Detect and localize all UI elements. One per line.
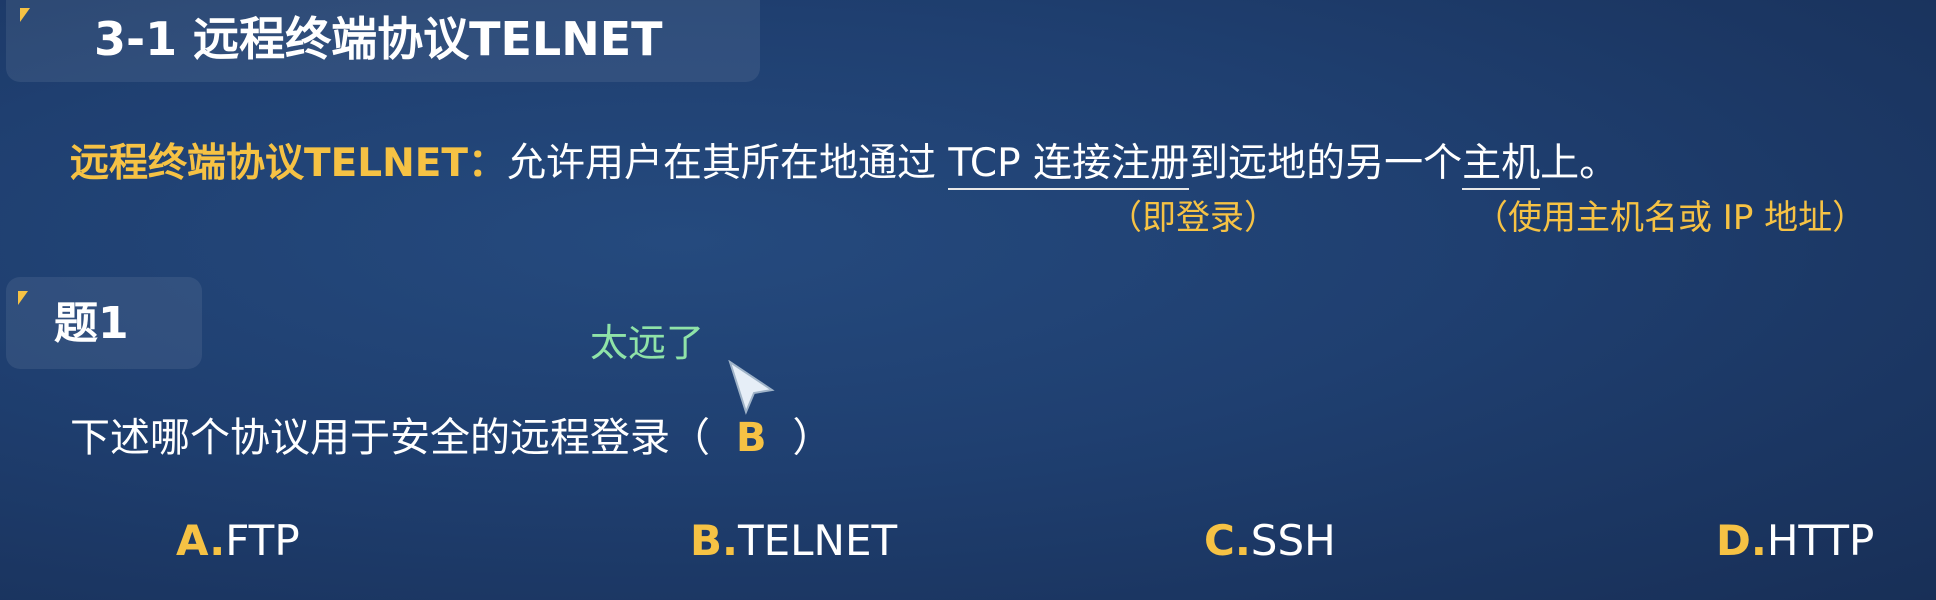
option-b: B.TELNET bbox=[690, 512, 897, 570]
option-text: TELNET bbox=[737, 516, 898, 565]
corner-marker-icon bbox=[20, 8, 30, 22]
option-letter: D. bbox=[1716, 516, 1767, 565]
section-title: 3-1 远程终端协议TELNET bbox=[94, 12, 663, 66]
underlined-tcp-connection: TCP 连接注册 bbox=[948, 141, 1190, 190]
option-text: FTP bbox=[225, 516, 300, 565]
definition-term: 远程终端协议TELNET： bbox=[70, 141, 507, 186]
definition-text-c: 上。 bbox=[1540, 141, 1619, 186]
question-text: 下述哪个协议用于安全的远程登录（ bbox=[70, 415, 710, 461]
section-title-tab: 3-1 远程终端协议TELNET bbox=[6, 0, 760, 82]
option-a: A.FTP bbox=[176, 512, 300, 570]
underlined-host: 主机 bbox=[1462, 141, 1541, 190]
note-host: （使用主机名或 IP 地址） bbox=[1474, 198, 1867, 238]
definition-line: 远程终端协议TELNET：允许用户在其所在地通过 TCP 连接注册到远地的另一个… bbox=[70, 136, 1618, 192]
option-c: C.SSH bbox=[1204, 512, 1336, 570]
definition-text-a: 允许用户在其所在地通过 bbox=[506, 141, 949, 186]
option-letter: C. bbox=[1204, 516, 1251, 565]
option-letter: A. bbox=[176, 516, 226, 565]
question-heading: 题1 bbox=[54, 298, 129, 349]
handwritten-annotation: 太远了 bbox=[590, 321, 705, 365]
option-text: SSH bbox=[1250, 516, 1336, 565]
definition-text-b: 到远地的另一个 bbox=[1189, 141, 1463, 186]
corner-marker-icon bbox=[18, 291, 28, 305]
note-login: （即登录） bbox=[1108, 198, 1278, 238]
question-close: ） bbox=[792, 415, 833, 461]
option-d: D.HTTP bbox=[1716, 512, 1874, 570]
question-prompt: 下述哪个协议用于安全的远程登录（ B ） bbox=[70, 408, 833, 468]
option-text: HTTP bbox=[1766, 516, 1875, 565]
question-answer: B bbox=[736, 415, 767, 461]
option-letter: B. bbox=[690, 516, 738, 565]
